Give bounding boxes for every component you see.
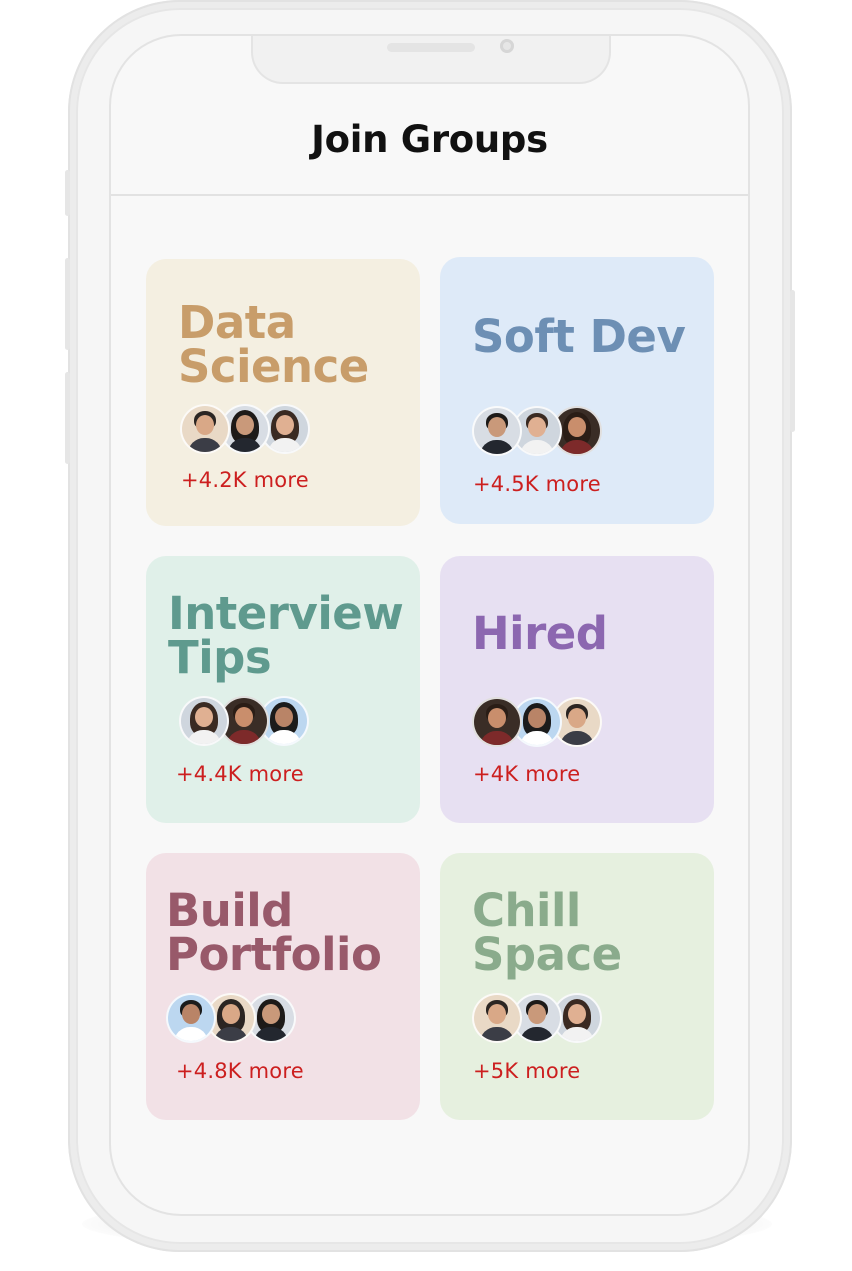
member-avatars [472,406,602,456]
volume-down-button [65,372,70,464]
member-count: +5K more [473,1059,581,1083]
member-avatars [472,697,602,747]
group-card-hired[interactable]: Hired +4K more [440,556,714,823]
page-title: Join Groups [311,118,548,161]
group-card-interview-tips[interactable]: Interview Tips +4.4K more [146,556,420,823]
group-card-data-science[interactable]: Data Science +4.2K more [146,259,420,526]
app-header: Join Groups [111,96,748,196]
member-avatars [472,993,602,1043]
volume-up-button [65,258,70,350]
woman-avatar [179,696,229,746]
member-count: +4.2K more [181,468,309,492]
man-avatar [472,697,522,747]
member-count: +4.4K more [176,762,304,786]
group-card-build-portfolio[interactable]: Build Portfolio +4.8K more [146,853,420,1120]
phone-screen: Join Groups Data Science +4.2K more Soft… [111,36,748,1214]
group-name: Hired [472,607,608,660]
member-count: +4K more [473,762,581,786]
man-avatar [166,993,216,1043]
group-name: Soft Dev [472,310,686,363]
group-name: Chill Space [472,884,622,981]
member-count: +4.5K more [473,472,601,496]
group-name: Build Portfolio [166,884,382,981]
speaker-grille [387,43,475,52]
member-avatars [179,696,309,746]
power-button [790,290,795,432]
group-card-soft-dev[interactable]: Soft Dev +4.5K more [440,257,714,524]
man-avatar [472,406,522,456]
group-name: Data Science [178,296,369,393]
man-avatar [180,404,230,454]
front-camera [500,39,514,53]
group-name: Interview Tips [168,587,404,684]
group-card-chill-space[interactable]: Chill Space +5K more [440,853,714,1120]
notch [253,36,609,82]
side-button [65,170,70,216]
member-avatars [166,993,296,1043]
member-count: +4.8K more [176,1059,304,1083]
man-avatar [472,993,522,1043]
member-avatars [180,404,310,454]
